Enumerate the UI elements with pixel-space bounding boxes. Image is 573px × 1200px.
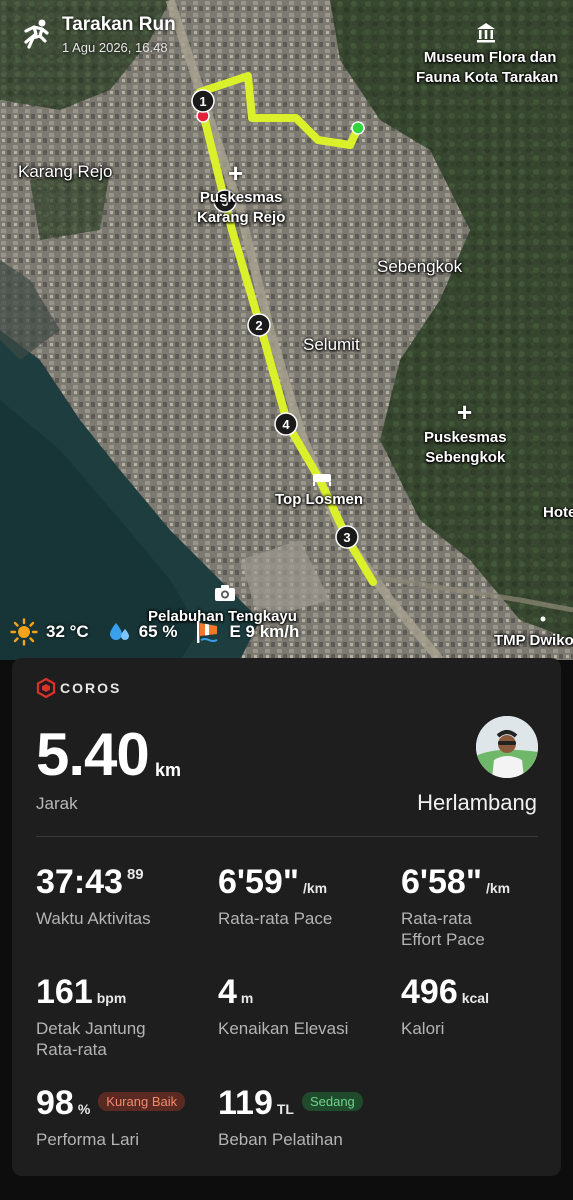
activity-summary-card: COROS 5.40 km Jarak Herlambang 37:43 89 W… [12, 658, 561, 1176]
training-load-value: 119 [218, 1084, 273, 1122]
wind: E 9 km/h [195, 619, 299, 645]
svg-text:1: 1 [199, 94, 206, 109]
top-losmen-label: Top Losmen [275, 491, 364, 508]
stat-training-load: 119 TL Sedang Beban Pelatihan [218, 1084, 363, 1150]
user-name: Herlambang [417, 790, 537, 815]
effort-pace-value: 6'58" [401, 863, 482, 901]
distance-label: Jarak [36, 794, 78, 813]
effort-pace-unit: /km [485, 880, 511, 896]
coros-logo: COROS [36, 678, 121, 698]
temperature: 32 °C [10, 618, 89, 646]
distance-value: 5.40 [36, 721, 150, 788]
humidity-value: 65 % [138, 622, 178, 641]
stat-performance: 98% Kurang Baik Performa Lari [36, 1084, 186, 1150]
karang-rejo-label: Karang Rejo [18, 162, 113, 181]
museum-icon [477, 23, 495, 43]
route-path: 1 5 2 4 3 [191, 72, 377, 586]
route-map[interactable]: 1 5 2 4 3 Tarakan Run 1 Agu 2026, 16.48 [0, 0, 573, 660]
wind-value: E 9 km/h [229, 622, 300, 641]
stat-activity-time: 37:43 89 Waktu Aktivitas [36, 863, 151, 929]
calories-value: 496 [401, 973, 458, 1011]
km-marker-2[interactable]: 2 [247, 313, 271, 337]
hotel-bed-icon [313, 474, 331, 486]
sebengkok-label: Sebengkok [377, 257, 463, 276]
stat-avg-pace: 6'59"/km Rata-rata Pace [218, 863, 332, 929]
performance-status-badge: Kurang Baik [98, 1092, 186, 1111]
stat-elevation: 4m Kenaikan Elevasi [218, 973, 348, 1039]
stat-calories: 496 kcal Kalori [401, 973, 489, 1039]
activity-header: Tarakan Run 1 Agu 2026, 16.48 [18, 14, 176, 55]
km-marker-4[interactable]: 4 [274, 412, 298, 436]
avatar[interactable] [476, 716, 538, 778]
activity-time-label: Waktu Aktivitas [36, 909, 151, 928]
elevation-value: 4 [218, 973, 237, 1011]
start-point-marker [351, 121, 365, 135]
avg-pace-label: Rata-rata Pace [218, 909, 333, 928]
distance-unit: km [155, 760, 182, 780]
wind-flag-icon [197, 621, 218, 643]
sun-icon [10, 618, 38, 646]
calories-label: Kalori [401, 1019, 445, 1038]
camera-icon [215, 585, 235, 601]
temperature-value: 32 °C [46, 622, 89, 641]
tmp-dwiko-label: TMP Dwiko [494, 632, 573, 649]
coros-hexagon-icon [36, 678, 56, 698]
km-marker-1[interactable]: 1 [191, 89, 215, 113]
activity-title: Tarakan Run [62, 14, 176, 35]
elevation-label: Kenaikan Elevasi [218, 1019, 349, 1038]
heart-rate-unit: bpm [96, 990, 127, 1006]
training-load-label: Beban Pelatihan [218, 1130, 343, 1149]
place-dot-icon [540, 616, 546, 622]
svg-text:3: 3 [343, 530, 350, 545]
user-photo [476, 716, 538, 778]
km-marker-3[interactable]: 3 [335, 525, 359, 549]
performance-label: Performa Lari [36, 1130, 139, 1149]
performance-value: 98 [36, 1084, 74, 1122]
svg-text:2: 2 [255, 318, 262, 333]
selumit-label: Selumit [303, 335, 360, 354]
heart-rate-label: Detak Jantung Rata-rata [36, 1019, 146, 1059]
puskesmas-karang-rejo-label: Puskesmas Karang Rejo [197, 189, 286, 226]
training-load-status-badge: Sedang [301, 1092, 363, 1111]
elevation-unit: m [240, 990, 254, 1006]
activity-time-hundredths: 89 [126, 866, 144, 883]
puskesmas-sebengkok-label: Puskesmas Sebengkok [424, 429, 507, 466]
museum-label: Museum Flora dan Fauna Kota Tarakan [416, 49, 559, 86]
avg-pace-value: 6'59" [218, 863, 299, 901]
hotel-label: Hote [543, 504, 573, 521]
humidity-drops-icon [109, 623, 129, 640]
avg-pace-unit: /km [302, 880, 328, 896]
effort-pace-label: Rata-rata Effort Pace [401, 909, 485, 949]
humidity: 65 % [107, 620, 178, 644]
heart-rate-value: 161 [36, 973, 93, 1011]
divider [36, 836, 538, 837]
performance-unit: % [77, 1101, 91, 1117]
svg-text:4: 4 [282, 417, 290, 432]
stat-effort-pace: 6'58"/km Rata-rata Effort Pace [401, 863, 510, 950]
health-center-icon: + [457, 397, 473, 427]
coros-brand-text: COROS [60, 680, 122, 696]
health-center-icon: + [228, 158, 244, 188]
activity-time-value: 37:43 [36, 863, 123, 901]
running-icon [24, 19, 49, 49]
activity-datetime: 1 Agu 2026, 16.48 [62, 40, 168, 55]
training-load-unit: TL [276, 1101, 294, 1117]
weather-bar: 32 °C 65 % E 9 km/h [10, 618, 317, 646]
calories-unit: kcal [461, 990, 489, 1006]
stat-heart-rate: 161 bpm Detak Jantung Rata-rata [36, 973, 146, 1060]
